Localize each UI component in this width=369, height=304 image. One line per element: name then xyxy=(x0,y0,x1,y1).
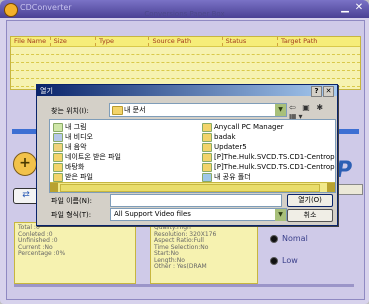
column-header[interactable]: Target Path xyxy=(278,37,360,46)
list-item[interactable]: [P]The.Hulk.SVCD.TS.CD1-Centrop xyxy=(202,162,335,172)
add-file-button[interactable]: + xyxy=(13,152,37,176)
list-row xyxy=(11,55,360,63)
horizontal-scrollbar[interactable] xyxy=(50,182,335,192)
cancel-button[interactable]: 취소 xyxy=(287,209,333,222)
list-item[interactable]: badak xyxy=(202,132,335,142)
help-button[interactable]: ? xyxy=(311,86,322,97)
shared-folder-icon xyxy=(202,172,212,182)
file-type-label: 파일 형식(T): xyxy=(51,211,92,219)
dialog-title-bar[interactable]: 열기 ? ✕ xyxy=(37,85,337,97)
folder-icon xyxy=(202,132,212,142)
list-item-label: Anycall PC Manager xyxy=(214,123,284,131)
list-row xyxy=(11,47,360,55)
list-item-label: [P]The.Hulk.SVCD.TS.CD1-Centrop xyxy=(214,153,335,161)
list-item-label: [P]The.Hulk.SVCD.TS.CD1-Centrop xyxy=(214,163,335,171)
conversion-box-title: Conversions Paper Box xyxy=(144,10,225,18)
list-item[interactable]: 네이트온 받은 파일 xyxy=(53,152,121,162)
dialog-close-button[interactable]: ✕ xyxy=(323,86,334,97)
quality-option-low[interactable]: Low xyxy=(270,256,298,265)
file-type-value: All Support Video files xyxy=(114,210,191,218)
radio-icon[interactable] xyxy=(270,256,278,265)
folder-icon xyxy=(53,132,63,142)
folder-icon xyxy=(202,162,212,172)
list-item[interactable]: Anycall PC Manager xyxy=(202,122,335,132)
scrollbar-thumb[interactable] xyxy=(60,184,320,192)
folder-icon xyxy=(53,162,63,172)
list-row xyxy=(11,63,360,71)
list-item[interactable]: 내 그림 xyxy=(53,122,121,132)
dialog-title: 열기 xyxy=(40,87,53,95)
column-header[interactable]: Source Path xyxy=(149,37,223,46)
folder-icon xyxy=(53,142,63,152)
conversion-list[interactable]: File Name Size Type Source Path Status T… xyxy=(10,36,361,90)
folder-icon xyxy=(53,122,63,132)
brand-logo-icon: P xyxy=(336,158,353,183)
mini-control[interactable] xyxy=(335,184,363,195)
list-item-label: 바탕화 xyxy=(65,163,85,171)
quality-option-label: Low xyxy=(282,256,298,265)
column-header[interactable]: Status xyxy=(223,37,278,46)
file-name-label: 파일 이름(N): xyxy=(51,197,93,205)
folder-icon xyxy=(202,152,212,162)
quality-option-normal[interactable]: Nomal xyxy=(270,234,308,243)
column-header[interactable]: Size xyxy=(51,37,97,46)
app-window: CDConverter ▁ ✕ Conversions Paper Box Fi… xyxy=(0,0,369,304)
right-progress-bar xyxy=(335,129,359,134)
list-item-label: 내 공유 폴더 xyxy=(214,173,251,181)
file-name-input[interactable] xyxy=(110,194,282,207)
list-item-label: 네이트온 받은 파일 xyxy=(65,153,121,161)
status-line: Percentage :0% xyxy=(18,250,66,257)
list-item-label: 내 음악 xyxy=(65,143,87,151)
list-item-label: badak xyxy=(214,133,236,141)
file-list[interactable]: 내 그림 내 비디오 내 음악 네이트온 받은 파일 바탕화 받은 파일 Any… xyxy=(49,119,336,193)
column-header[interactable]: Type xyxy=(96,37,150,46)
list-item[interactable]: 내 비디오 xyxy=(53,132,121,142)
status-panel: Total :0 Conleted :0 Unfinished :0 Curre… xyxy=(14,222,136,284)
left-progress-bar xyxy=(12,129,36,134)
conversion-list-header: File Name Size Type Source Path Status T… xyxy=(11,37,360,47)
list-row xyxy=(11,71,360,79)
file-list-left-column: 내 그림 내 비디오 내 음악 네이트온 받은 파일 바탕화 받은 파일 xyxy=(53,122,121,182)
list-item[interactable]: 받은 파일 xyxy=(53,172,121,182)
quality-option-label: Nomal xyxy=(282,234,308,243)
look-in-dropdown[interactable]: 내 문서 ▼ xyxy=(109,103,287,117)
list-item[interactable]: 바탕화 xyxy=(53,162,121,172)
radio-icon[interactable] xyxy=(270,234,278,243)
list-item[interactable]: 내 공유 폴더 xyxy=(202,172,335,182)
file-type-dropdown[interactable]: All Support Video files ▼ xyxy=(110,208,287,221)
scroll-left-button[interactable] xyxy=(50,183,58,192)
folder-icon xyxy=(53,172,63,182)
look-in-label: 찾는 위치(I): xyxy=(51,107,89,115)
chevron-down-icon[interactable]: ▼ xyxy=(275,104,286,116)
column-header[interactable]: File Name xyxy=(11,37,51,46)
list-item[interactable]: Updater5 xyxy=(202,142,335,152)
folder-icon xyxy=(202,122,212,132)
list-item[interactable]: [P]The.Hulk.SVCD.TS.CD1-Centrop xyxy=(202,152,335,162)
list-item-label: Updater5 xyxy=(214,143,247,151)
open-button[interactable]: 열기(O) xyxy=(287,194,333,207)
folder-icon xyxy=(112,106,123,115)
list-item-label: 내 비디오 xyxy=(65,133,93,141)
file-list-right-column: Anycall PC Manager badak Updater5 [P]The… xyxy=(202,122,335,182)
list-item[interactable]: 내 음악 xyxy=(53,142,121,152)
quality-panel: Nomal Low xyxy=(262,222,357,286)
folder-icon xyxy=(53,152,63,162)
folder-icon xyxy=(202,142,212,152)
info-panel: Quality:High Resolution: 320X176 Aspect … xyxy=(150,222,258,284)
bottom-strip xyxy=(14,284,354,287)
open-file-dialog: 열기 ? ✕ 찾는 위치(I): 내 문서 ▼ ⇦ ▣ ✱ ▦▾ 내 그림 내 … xyxy=(36,84,338,226)
look-in-value: 내 문서 xyxy=(124,106,146,114)
scroll-right-button[interactable] xyxy=(327,183,335,192)
info-line: Other : Yes(DRAM xyxy=(154,263,207,270)
chevron-down-icon[interactable]: ▼ xyxy=(275,209,286,221)
list-item-label: 받은 파일 xyxy=(65,173,93,181)
list-item-label: 내 그림 xyxy=(65,123,87,131)
